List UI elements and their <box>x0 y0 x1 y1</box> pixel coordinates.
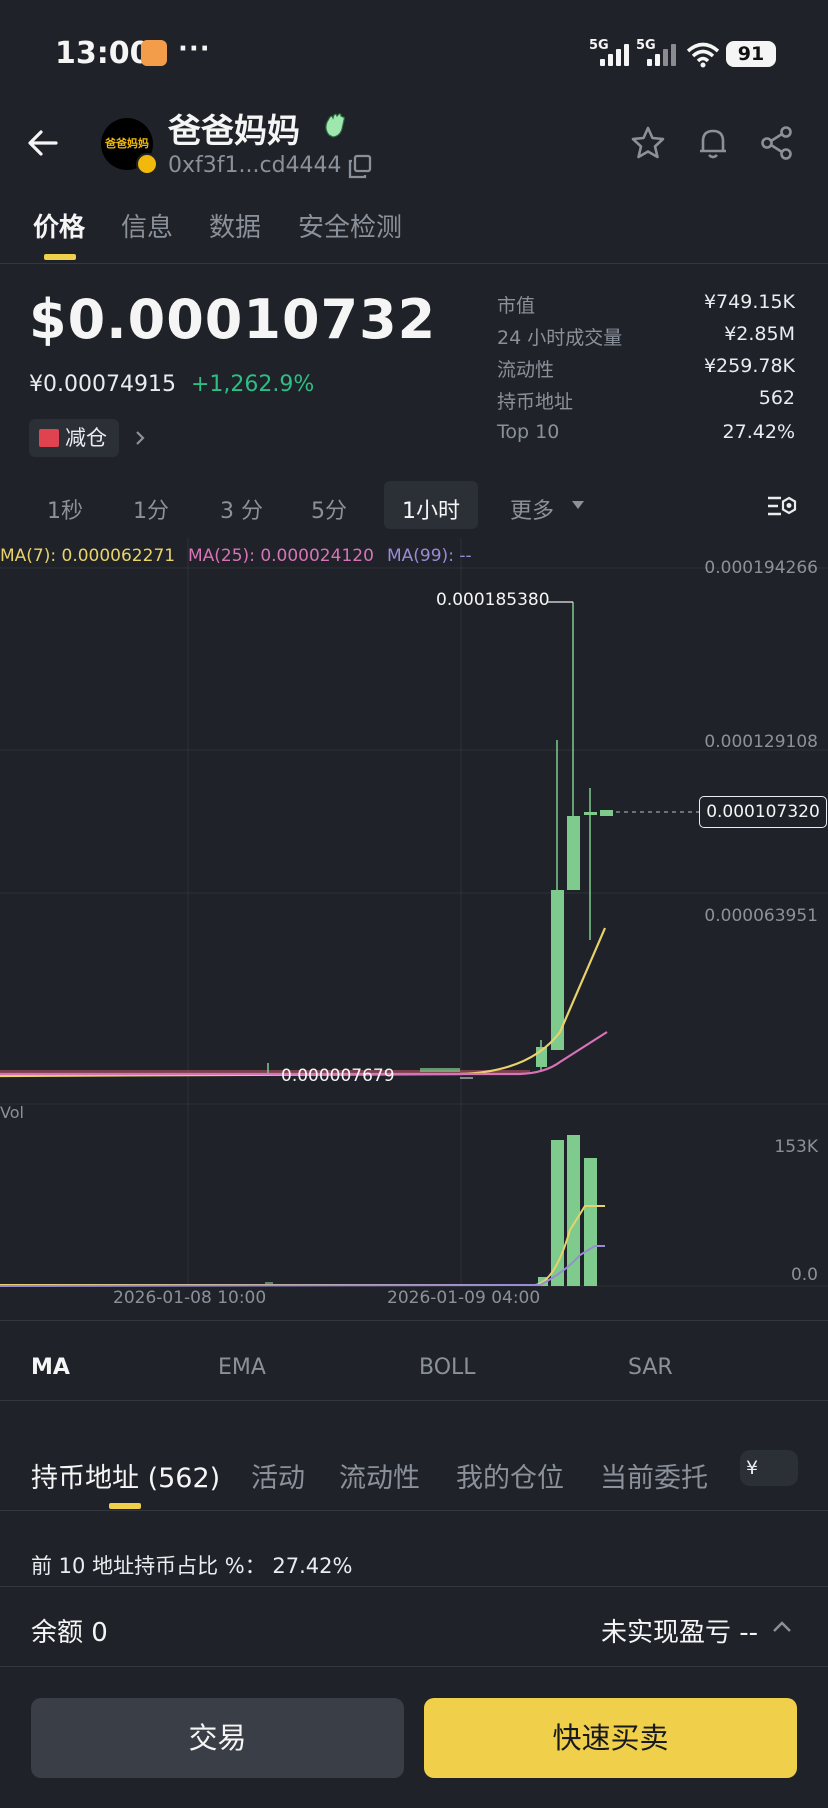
divider <box>0 1510 828 1511</box>
stat-value-top10: 27.42% <box>722 421 795 443</box>
reduce-icon <box>39 429 59 447</box>
token-address: 0xf3f1...cd4444 <box>168 153 342 178</box>
stat-value-market-cap: ¥749.15K <box>703 291 795 313</box>
date-label-1: 2026-01-08 10:00 <box>113 1288 267 1308</box>
divider <box>0 263 828 264</box>
tab-my-position[interactable]: 我的仓位 <box>456 1456 564 1495</box>
tab-liquidity[interactable]: 流动性 <box>339 1456 420 1495</box>
timeframe-more[interactable]: 更多 <box>510 493 554 525</box>
price-axis-label-mid: 0.000129108 <box>704 732 818 752</box>
tab-open-orders[interactable]: 当前委托 <box>600 1456 708 1495</box>
app-notification-icon <box>141 40 167 66</box>
tab-data[interactable]: 数据 <box>209 207 261 244</box>
indicator-boll[interactable]: BOLL <box>419 1355 476 1380</box>
token-name: 爸爸妈妈 <box>168 111 300 150</box>
chain-badge-icon <box>136 153 158 175</box>
price-axis-label-top: 0.000194266 <box>704 558 818 578</box>
stat-label-top10: Top 10 <box>497 421 560 443</box>
more-notifications-icon: ··· <box>178 34 211 64</box>
price-cny: ¥0.00074915 <box>29 372 176 397</box>
divider <box>0 1400 828 1401</box>
stat-label-volume: 24 小时成交量 <box>497 327 623 349</box>
price-axis-label-low: 0.000063951 <box>704 906 818 926</box>
holder-tab-indicator <box>109 1503 141 1509</box>
top10-holding-ratio: 前 10 地址持币占比 %： 27.42% <box>31 1554 353 1578</box>
divider <box>0 1586 828 1587</box>
wifi-icon <box>686 42 720 68</box>
timeframe-5m[interactable]: 5分 <box>311 493 347 525</box>
signal-bars-1-icon <box>596 44 632 66</box>
divider <box>0 1320 828 1321</box>
alert-bell-icon[interactable] <box>695 125 731 161</box>
reduce-label: 减仓 <box>65 426 107 450</box>
volume-axis-max: 153K <box>774 1137 818 1157</box>
chevron-right-icon[interactable] <box>132 428 148 448</box>
peak-price-label: 0.000185380 <box>436 590 550 610</box>
candles <box>0 602 613 1074</box>
indicator-ma[interactable]: MA <box>31 1355 70 1380</box>
tab-info[interactable]: 信息 <box>121 207 173 244</box>
volume-label: Vol <box>0 1103 24 1122</box>
stat-label-market-cap: 市值 <box>497 295 536 317</box>
battery-indicator: 91 <box>726 41 776 67</box>
price-usd: $0.00010732 <box>29 288 437 351</box>
date-label-2: 2026-01-09 04:00 <box>387 1288 541 1308</box>
waving-hand-icon <box>325 113 345 138</box>
currency-toggle-button[interactable]: ¥ <box>740 1450 798 1486</box>
timeframe-1m[interactable]: 1分 <box>133 493 169 525</box>
favorite-star-icon[interactable] <box>630 125 666 161</box>
divider <box>0 1666 828 1667</box>
unrealized-pnl: 未实现盈亏 -- <box>600 1618 758 1648</box>
current-price-tag: 0.000107320 <box>699 796 827 828</box>
signal-bars-2-icon <box>643 44 679 66</box>
stat-label-holders: 持币地址 <box>497 391 574 413</box>
low-price-label: 0.000007679 <box>281 1066 395 1086</box>
stat-label-liquidity: 流动性 <box>497 359 555 381</box>
quick-buy-sell-button[interactable]: 快速买卖 <box>424 1698 797 1778</box>
balance-text: 余额 0 <box>31 1618 108 1648</box>
back-arrow-icon[interactable] <box>26 126 60 160</box>
indicator-sar[interactable]: SAR <box>628 1355 673 1380</box>
chart-settings-icon[interactable] <box>766 490 798 522</box>
reduce-position-tag[interactable]: 减仓 <box>29 419 119 457</box>
stat-value-volume: ¥2.85M <box>724 323 795 345</box>
price-change: +1,262.9% <box>191 372 315 397</box>
ma99-legend: MA(99): -- <box>387 546 472 566</box>
volume-axis-min: 0.0 <box>790 1265 818 1285</box>
dropdown-caret-icon[interactable] <box>570 499 586 511</box>
tab-security-check[interactable]: 安全检测 <box>298 207 402 244</box>
tab-price[interactable]: 价格 <box>33 207 85 244</box>
copy-icon[interactable] <box>347 154 373 180</box>
tab-activity[interactable]: 活动 <box>251 1456 305 1495</box>
trade-button[interactable]: 交易 <box>31 1698 404 1778</box>
status-time: 13:00 <box>55 36 151 71</box>
timeframe-1h-label: 1小时 <box>402 499 460 524</box>
timeframe-1s[interactable]: 1秒 <box>47 493 83 525</box>
timeframe-3m[interactable]: 3 分 <box>220 493 263 525</box>
tab-active-indicator <box>44 254 76 260</box>
stat-value-liquidity: ¥259.78K <box>703 355 795 377</box>
tab-holders[interactable]: 持币地址 (562) <box>31 1456 220 1495</box>
indicator-ema[interactable]: EMA <box>218 1355 266 1380</box>
stat-value-holders: 562 <box>758 387 795 409</box>
chevron-up-icon[interactable] <box>770 1615 794 1639</box>
ma7-legend: MA(7): 0.000062271 <box>0 546 176 566</box>
share-icon[interactable] <box>759 125 795 161</box>
ma25-legend: MA(25): 0.000024120 <box>188 546 374 566</box>
volume-bars <box>265 1135 597 1286</box>
